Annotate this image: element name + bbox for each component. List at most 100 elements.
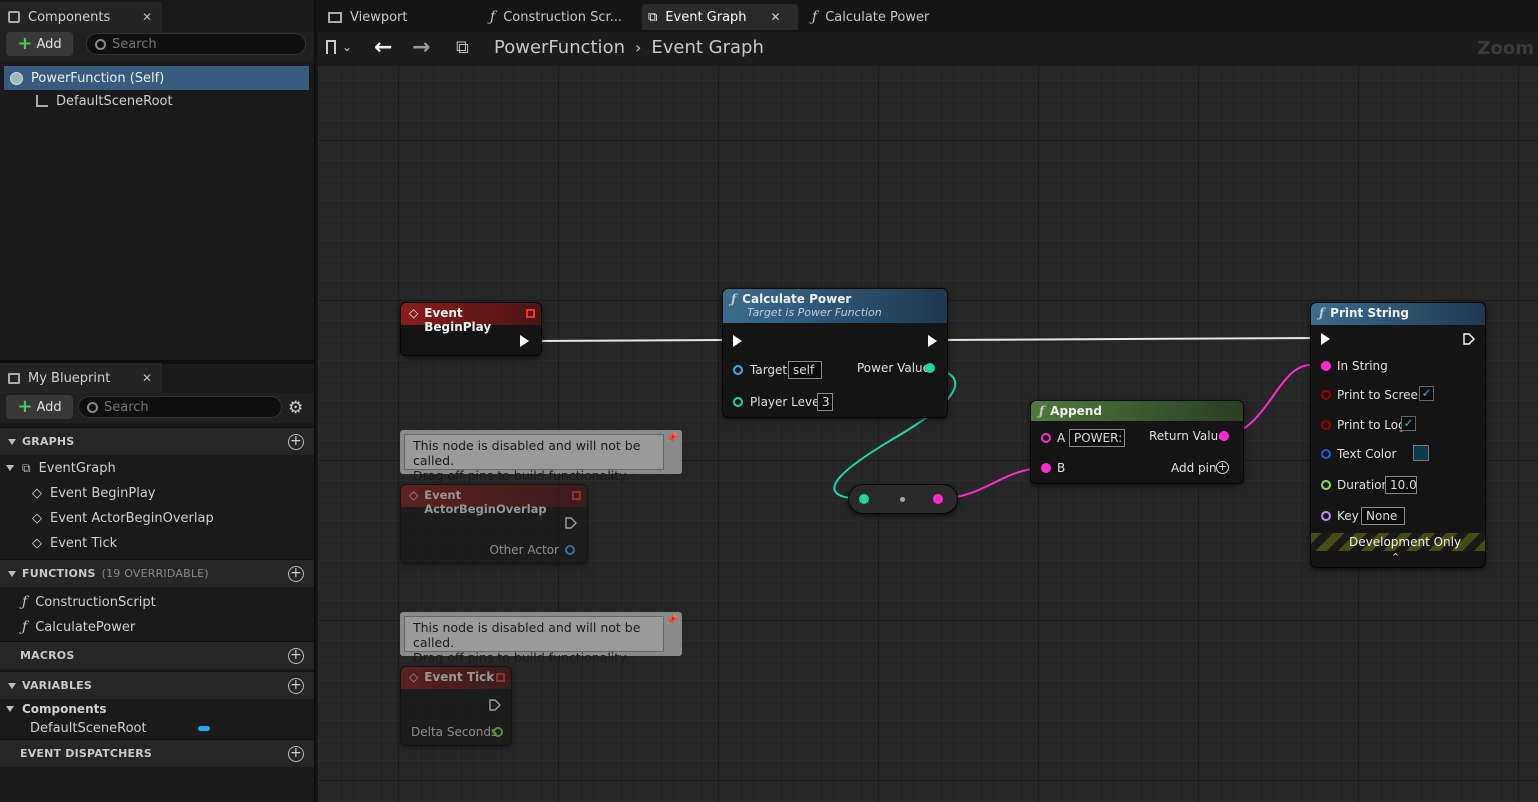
print-to-screen-pin[interactable] (1321, 390, 1331, 400)
duration-field[interactable]: 10.0 (1385, 476, 1417, 494)
key-pin[interactable] (1321, 511, 1331, 521)
event-icon: ◇ (32, 510, 42, 526)
section-functions[interactable]: FUNCTIONS (19 OVERRIDABLE) + (0, 559, 314, 587)
return-value-pin[interactable] (1219, 431, 1229, 441)
comment-disabled-1[interactable]: This node is disabled and will not be ca… (400, 430, 682, 483)
add-function-icon[interactable]: + (288, 566, 304, 582)
close-icon[interactable]: ✕ (142, 371, 152, 385)
node-subtitle: Target is Power Function (747, 306, 882, 319)
key-field[interactable]: None (1361, 507, 1405, 525)
pin-label: In String (1337, 359, 1388, 373)
print-to-screen-checkbox[interactable]: ✓ (1419, 386, 1434, 401)
delta-seconds-pin[interactable] (493, 727, 503, 737)
print-to-log-checkbox[interactable]: ✓ (1401, 416, 1416, 431)
actor-icon (10, 71, 23, 85)
section-graphs[interactable]: GRAPHS + (0, 427, 314, 455)
event-graph-canvas[interactable]: ◇ Event BeginPlay ƒ Calculate Power Targ… (318, 66, 1538, 802)
blueprint-search-input[interactable]: Search (78, 396, 282, 418)
exec-out-pin[interactable] (928, 335, 937, 347)
tab-label: Viewport (350, 9, 408, 25)
gear-icon[interactable]: ⚙ (288, 398, 303, 418)
exec-out-pin[interactable] (520, 335, 529, 347)
chevron-down-icon[interactable]: ⌄ (342, 40, 352, 54)
pin-icon[interactable]: 📌 (666, 433, 678, 444)
node-event-tick[interactable]: ◇ Event Tick Delta Seconds (400, 666, 512, 746)
other-actor-pin[interactable] (565, 545, 575, 555)
my-blueprint-tab[interactable]: My Blueprint ✕ (0, 363, 162, 393)
player-level-pin[interactable] (733, 397, 743, 407)
forward-arrow-icon[interactable]: → (412, 35, 430, 60)
exec-out-pin[interactable] (1463, 333, 1475, 345)
components-tab[interactable]: Components ✕ (0, 2, 162, 32)
add-pin-icon[interactable]: + (1216, 461, 1229, 474)
player-level-field[interactable]: 3 (817, 393, 833, 411)
delegate-pin[interactable] (496, 673, 505, 682)
section-event-dispatchers[interactable]: EVENT DISPATCHERS + (0, 739, 314, 767)
graph-item-eventgraph[interactable]: ⧉ EventGraph (6, 456, 116, 480)
power-value-pin[interactable] (925, 363, 935, 373)
a-value-field[interactable]: POWER: (1069, 429, 1125, 447)
text-color-pin[interactable] (1321, 449, 1331, 459)
components-search-input[interactable]: Search (86, 33, 306, 55)
comment-disabled-2[interactable]: This node is disabled and will not be ca… (400, 612, 682, 665)
target-pin[interactable] (733, 365, 743, 375)
function-item-constructionscript[interactable]: ƒ ConstructionScript (22, 590, 156, 614)
add-pin-label[interactable]: Add pin (1171, 461, 1217, 475)
exec-in-pin[interactable] (733, 335, 742, 347)
tab-event-graph[interactable]: ⧉ Event Graph ✕ (642, 4, 798, 30)
in-string-pin[interactable] (1321, 361, 1331, 371)
node-event-beginplay[interactable]: ◇ Event BeginPlay (400, 302, 542, 356)
function-item-calculatepower[interactable]: ƒ CalculatePower (22, 615, 135, 639)
add-graph-icon[interactable]: + (288, 434, 304, 450)
a-pin[interactable] (1041, 433, 1051, 443)
target-value-field[interactable]: self (788, 361, 822, 379)
tree-item-defaultsceneroot[interactable]: DefaultSceneRoot (36, 89, 173, 113)
tab-calculate-power[interactable]: ƒ Calculate Power (806, 4, 956, 30)
duration-pin[interactable] (1321, 480, 1331, 490)
close-icon[interactable]: ✕ (771, 10, 781, 24)
section-variables[interactable]: VARIABLES + (0, 671, 314, 699)
node-print-string[interactable]: ƒ Print String In String Print to Screen… (1310, 302, 1486, 568)
exec-in-pin[interactable] (1321, 333, 1330, 345)
tab-viewport[interactable]: Viewport (322, 4, 472, 30)
variable-item-defaultsceneroot[interactable]: DefaultSceneRoot (30, 716, 147, 740)
delegate-pin[interactable] (572, 491, 581, 500)
node-title: Print String (1330, 306, 1409, 320)
conversion-dot (900, 497, 905, 502)
close-icon[interactable]: ✕ (142, 10, 152, 24)
add-macro-icon[interactable]: + (288, 648, 304, 664)
b-pin[interactable] (1041, 463, 1051, 473)
pin-label: Key (1337, 509, 1359, 523)
back-arrow-icon[interactable]: ← (374, 35, 392, 60)
exec-out-pin[interactable] (489, 699, 501, 711)
graph-icon: ⧉ (456, 37, 469, 58)
node-title: Append (1050, 404, 1102, 418)
graph-event-actorbeginoverlap[interactable]: ◇ Event ActorBeginOverlap (32, 506, 214, 530)
add-variable-icon[interactable]: + (288, 678, 304, 694)
string-out-pin[interactable] (933, 494, 943, 504)
components-add-button[interactable]: + Add (6, 32, 73, 56)
node-conversion[interactable] (848, 484, 958, 514)
plus-icon: + (17, 396, 33, 417)
print-to-log-pin[interactable] (1321, 420, 1331, 430)
node-title-row: ƒ Calculate Power (731, 292, 851, 306)
delegate-pin[interactable] (526, 309, 535, 318)
section-macros[interactable]: MACROS + (0, 641, 314, 669)
node-calculate-power[interactable]: ƒ Calculate Power Target is Power Functi… (722, 288, 948, 418)
text-color-swatch[interactable] (1413, 445, 1429, 461)
graph-event-beginplay[interactable]: ◇ Event BeginPlay (32, 481, 156, 505)
node-event-actorbeginoverlap[interactable]: ◇ Event ActorBeginOverlap Other Actor (400, 484, 588, 564)
add-dispatcher-icon[interactable]: + (288, 746, 304, 762)
node-append[interactable]: ƒ Append A POWER: B Return Value Add pin… (1030, 400, 1244, 484)
int-in-pin[interactable] (859, 494, 869, 504)
bookmark-icon[interactable] (326, 40, 336, 54)
collapse-arrow-icon[interactable]: ⌃ (1391, 551, 1400, 564)
graph-event-tick[interactable]: ◇ Event Tick (32, 531, 117, 555)
tab-construction-script[interactable]: ƒ Construction Scr... (484, 4, 640, 30)
breadcrumb: PowerFunction › Event Graph (494, 37, 764, 58)
blueprint-add-button[interactable]: + Add (6, 395, 73, 419)
exec-out-pin[interactable] (565, 517, 577, 529)
breadcrumb-root[interactable]: PowerFunction (494, 37, 625, 58)
tree-item-self[interactable]: PowerFunction (Self) (4, 66, 309, 90)
pin-icon[interactable]: 📌 (666, 615, 678, 626)
